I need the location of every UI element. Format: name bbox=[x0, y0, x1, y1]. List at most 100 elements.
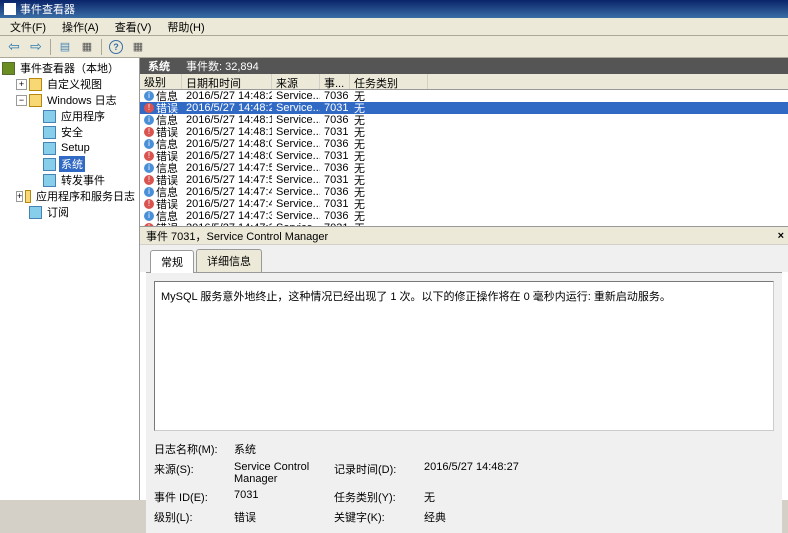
table-row[interactable]: !错误2016/5/27 14:48:14Service...7031无 bbox=[140, 126, 788, 138]
row-source: Service... bbox=[272, 162, 320, 174]
tree-app-services[interactable]: + 应用程序和服务日志 bbox=[2, 188, 137, 204]
row-eventid: 7036 bbox=[320, 210, 350, 222]
tree-subscriptions[interactable]: 订阅 bbox=[2, 204, 137, 220]
tree-security[interactable]: 安全 bbox=[2, 124, 137, 140]
log-icon bbox=[43, 158, 56, 171]
row-source: Service... bbox=[272, 186, 320, 198]
prop-level-value: 错误 bbox=[234, 509, 334, 525]
prop-level-label: 级别(L): bbox=[154, 509, 234, 525]
grid-header: 级别 日期和时间 来源 事... 任务类别 bbox=[140, 74, 788, 90]
prop-logged-label: 记录时间(D): bbox=[334, 461, 424, 485]
row-datetime: 2016/5/27 14:48:06 bbox=[182, 150, 272, 162]
tree-custom-views[interactable]: + 自定义视图 bbox=[2, 76, 137, 92]
row-datetime: 2016/5/27 14:47:58 bbox=[182, 162, 272, 174]
folder-icon bbox=[29, 94, 42, 107]
table-row[interactable]: i信息2016/5/27 14:47:58Service...7036无 bbox=[140, 162, 788, 174]
col-category[interactable]: 任务类别 bbox=[350, 74, 428, 89]
table-row[interactable]: !错误2016/5/27 14:47:47Service...7031无 bbox=[140, 198, 788, 210]
forward-button[interactable] bbox=[26, 38, 46, 56]
row-datetime: 2016/5/27 14:48:14 bbox=[182, 126, 272, 138]
row-source: Service... bbox=[272, 90, 320, 102]
tab-details[interactable]: 详细信息 bbox=[196, 249, 262, 272]
row-source: Service... bbox=[272, 126, 320, 138]
log-icon bbox=[29, 206, 42, 219]
prop-logname-value: 系统 bbox=[234, 441, 334, 457]
tree-label: 自定义视图 bbox=[45, 76, 104, 92]
col-eventid[interactable]: 事... bbox=[320, 74, 350, 89]
help-icon bbox=[109, 40, 123, 54]
row-datetime: 2016/5/27 14:48:07 bbox=[182, 138, 272, 150]
prop-eventid-value: 7031 bbox=[234, 489, 334, 505]
row-source: Service... bbox=[272, 138, 320, 150]
prop-taskcat-value: 无 bbox=[424, 489, 584, 505]
prop-logged-value: 2016/5/27 14:48:27 bbox=[424, 461, 584, 485]
prop-source-value: Service Control Manager bbox=[234, 461, 334, 485]
row-eventid: 7031 bbox=[320, 150, 350, 162]
prop-taskcat-label: 任务类别(Y): bbox=[334, 489, 424, 505]
col-level[interactable]: 级别 bbox=[140, 74, 182, 89]
detail-pane: 事件 7031，Service Control Manager × 常规 详细信… bbox=[140, 226, 788, 533]
refresh-button[interactable] bbox=[77, 38, 97, 56]
table-row[interactable]: i信息2016/5/27 14:48:07Service...7036无 bbox=[140, 138, 788, 150]
tab-general[interactable]: 常规 bbox=[150, 250, 194, 273]
row-source: Service... bbox=[272, 102, 320, 114]
expand-icon[interactable]: + bbox=[16, 191, 23, 202]
view-icon bbox=[82, 40, 92, 53]
tree-root[interactable]: 事件查看器（本地） bbox=[2, 60, 137, 76]
prop-source-label: 来源(S): bbox=[154, 461, 234, 485]
tree-application[interactable]: 应用程序 bbox=[2, 108, 137, 124]
close-icon[interactable]: × bbox=[778, 230, 784, 242]
detail-title-bar: 事件 7031，Service Control Manager × bbox=[140, 227, 788, 245]
row-datetime: 2016/5/27 14:48:27 bbox=[182, 102, 272, 114]
separator bbox=[50, 39, 51, 55]
folder-icon bbox=[29, 78, 42, 91]
help-button[interactable] bbox=[106, 38, 126, 56]
log-icon bbox=[43, 126, 56, 139]
row-eventid: 7031 bbox=[320, 198, 350, 210]
count-label: 事件数: bbox=[186, 61, 222, 73]
table-row[interactable]: !错误2016/5/27 14:47:57Service...7031无 bbox=[140, 174, 788, 186]
menu-view[interactable]: 查看(V) bbox=[109, 18, 158, 36]
log-icon bbox=[43, 174, 56, 187]
menu-help[interactable]: 帮助(H) bbox=[161, 18, 210, 36]
log-icon bbox=[43, 110, 56, 123]
menu-action[interactable]: 操作(A) bbox=[56, 18, 105, 36]
tree-label: 系统 bbox=[59, 156, 85, 172]
tree-label: 安全 bbox=[59, 124, 85, 140]
collapse-icon[interactable]: − bbox=[16, 95, 27, 106]
prop-keyword-label: 关键字(K): bbox=[334, 509, 424, 525]
row-datetime: 2016/5/27 14:48:28 bbox=[182, 90, 272, 102]
event-message[interactable]: MySQL 服务意外地终止，这种情况已经出现了 1 次。以下的修正操作将在 0 … bbox=[154, 281, 774, 431]
tree-forwarded[interactable]: 转发事件 bbox=[2, 172, 137, 188]
tree-windows-logs[interactable]: − Windows 日志 bbox=[2, 92, 137, 108]
log-icon bbox=[43, 142, 56, 155]
app-icon bbox=[4, 3, 16, 15]
tree-root-label: 事件查看器（本地） bbox=[18, 60, 121, 76]
table-row[interactable]: i信息2016/5/27 14:47:37Service...7036无 bbox=[140, 210, 788, 222]
col-datetime[interactable]: 日期和时间 bbox=[182, 74, 272, 89]
row-eventid: 7031 bbox=[320, 174, 350, 186]
grid-body[interactable]: i信息2016/5/27 14:48:28Service...7036无!错误2… bbox=[140, 90, 788, 226]
detail-body: MySQL 服务意外地终止，这种情况已经出现了 1 次。以下的修正操作将在 0 … bbox=[146, 272, 782, 533]
expand-icon[interactable]: + bbox=[16, 79, 27, 90]
toolbar bbox=[0, 36, 788, 58]
content-pane: 系统 事件数: 32,894 级别 日期和时间 来源 事... 任务类别 i信息… bbox=[140, 58, 788, 500]
row-eventid: 7036 bbox=[320, 114, 350, 126]
app-title: 事件查看器 bbox=[20, 1, 75, 17]
tree-label: 订阅 bbox=[45, 204, 71, 220]
panel-button[interactable] bbox=[128, 38, 148, 56]
menu-file[interactable]: 文件(F) bbox=[4, 18, 52, 36]
table-row[interactable]: !错误2016/5/27 14:48:06Service...7031无 bbox=[140, 150, 788, 162]
table-row[interactable]: !错误2016/5/27 14:48:27Service...7031无 bbox=[140, 102, 788, 114]
back-button[interactable] bbox=[4, 38, 24, 56]
menu-bar: 文件(F) 操作(A) 查看(V) 帮助(H) bbox=[0, 18, 788, 36]
table-row[interactable]: i信息2016/5/27 14:48:15Service...7036无 bbox=[140, 114, 788, 126]
panel-icon bbox=[133, 40, 143, 53]
prop-button[interactable] bbox=[55, 38, 75, 56]
col-source[interactable]: 来源 bbox=[272, 74, 320, 89]
tree-setup[interactable]: Setup bbox=[2, 140, 137, 156]
folder-icon bbox=[25, 190, 31, 203]
table-row[interactable]: i信息2016/5/27 14:47:48Service...7036无 bbox=[140, 186, 788, 198]
table-row[interactable]: i信息2016/5/27 14:48:28Service...7036无 bbox=[140, 90, 788, 102]
tree-system[interactable]: 系统 bbox=[2, 156, 137, 172]
